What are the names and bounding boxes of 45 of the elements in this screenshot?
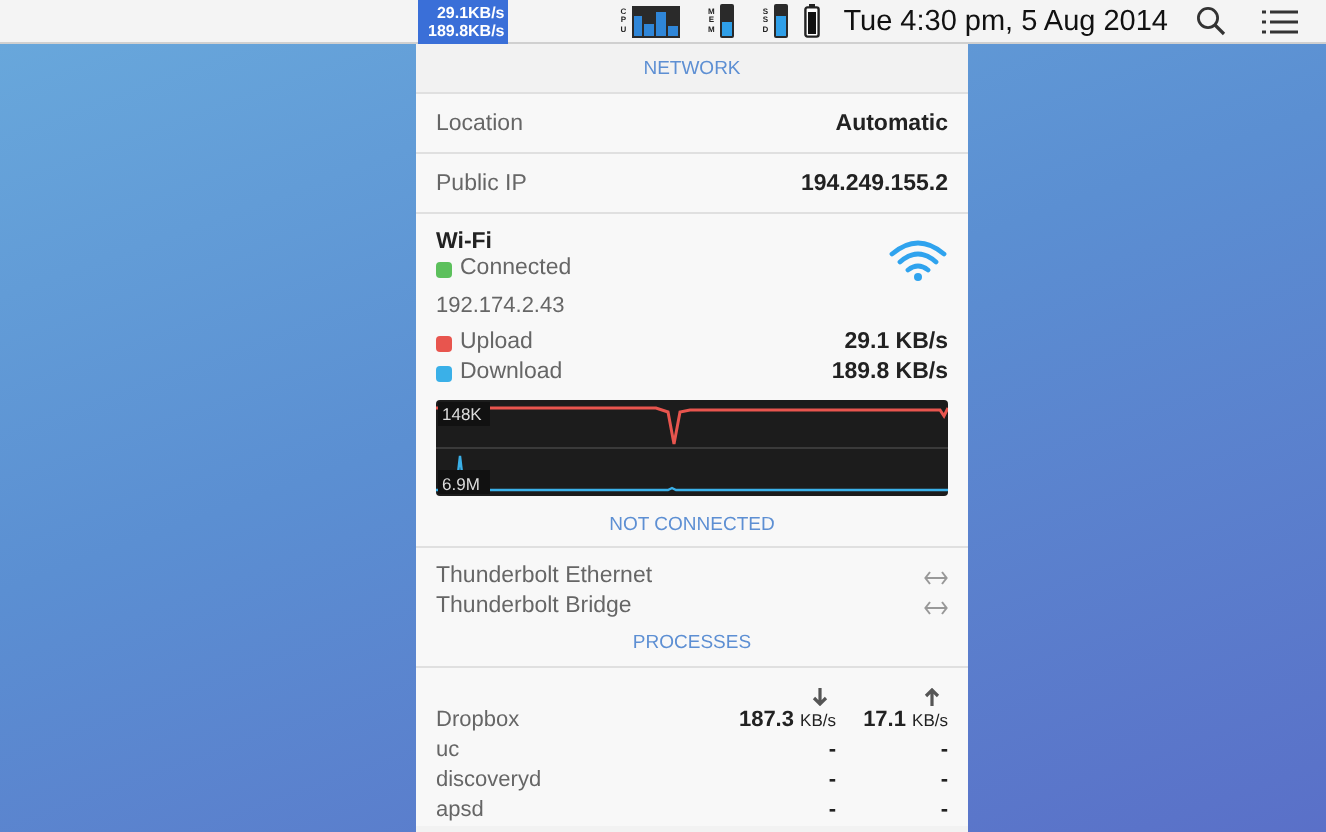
traffic-value: 189.8 KB/s [831,358,948,388]
process-name: uc [436,736,462,766]
upload-speed: 29.1KB/s [436,3,505,21]
down-arrow-icon [812,688,828,706]
upload-rate: - [940,766,948,796]
download-rate: - [828,766,836,796]
interface-name: Wi-Fi [436,230,494,254]
menubar-clock[interactable]: Tue 4:30 pm, 5 Aug 2014 [843,5,1168,37]
graph-label: 6.9M [442,474,480,494]
meter-track[interactable] [719,4,734,38]
row-label: Public IP [436,171,527,195]
search-icon[interactable] [1196,6,1226,36]
row-value: Automatic [835,111,948,135]
graph-label: 148K [442,404,482,424]
traffic-label: Download [460,358,563,388]
wifi-icon [888,238,948,282]
double-arrow-icon [924,569,948,585]
ip-address: 192.174.2.43 [436,294,567,318]
process-name: apsd [436,796,486,826]
download-rate: 187.3 KB/s [738,706,836,736]
section-header: NETWORK [643,58,741,80]
download-rate: - [828,736,836,766]
list-icon[interactable] [1262,9,1298,33]
up-arrow-icon [924,688,940,706]
interface-name: Thunderbolt Bridge [436,592,632,622]
section-header: NOT CONNECTED [609,514,775,536]
download-speed: 189.8KB/s [428,21,505,39]
process-name: Dropbox [436,706,522,736]
row-label: Location [436,111,523,135]
interface-name: Thunderbolt Ethernet [436,562,653,592]
meter-track[interactable] [773,4,788,38]
double-arrow-icon [924,599,948,615]
upload-rate: 17.1 KB/s [863,706,948,736]
process-name: discoveryd [436,766,544,796]
network-speed-widget[interactable]: 29.1KB/s 189.8KB/s [418,0,508,43]
download-rate: - [828,796,836,826]
connection-status: Connected [460,254,572,284]
upload-rate: - [940,736,948,766]
cpu-graph-icon[interactable] [631,5,680,37]
row-value: 194.249.155.2 [800,171,948,195]
battery-icon[interactable] [803,4,820,38]
section-header: PROCESSES [632,632,752,654]
upload-rate: - [940,796,948,826]
traffic-value: 29.1 KB/s [844,328,948,358]
traffic-label: Upload [460,328,533,358]
